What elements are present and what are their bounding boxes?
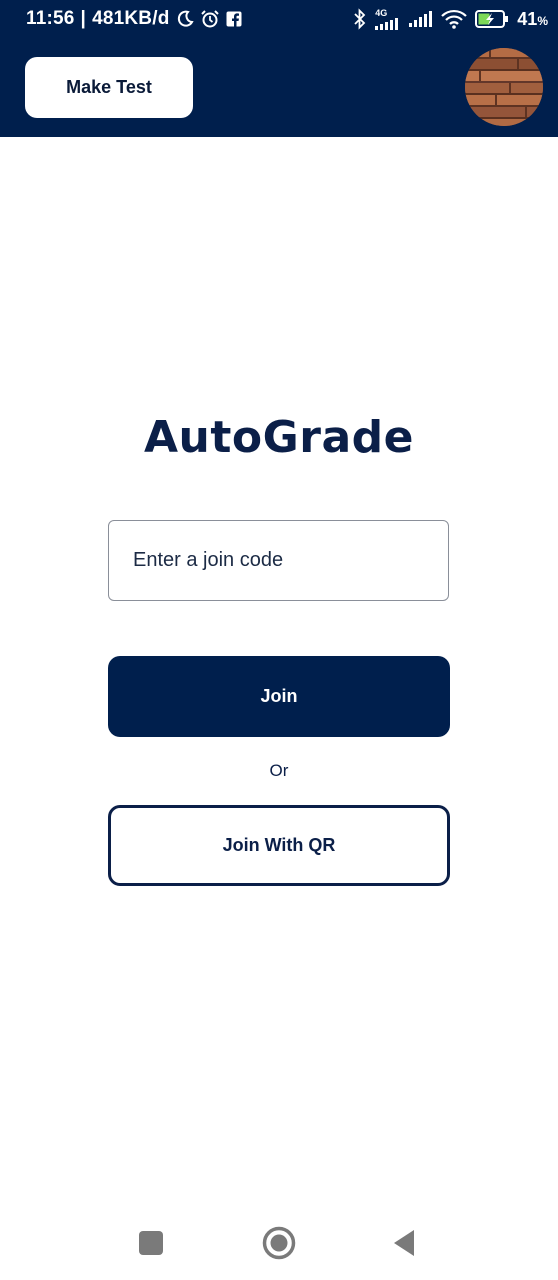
status-bar: 11:56 | 481KB/d 4G 41%	[0, 0, 558, 38]
join-code-input[interactable]	[108, 520, 449, 601]
signal-4g-icon: 4G	[375, 7, 401, 30]
signal-icon	[409, 11, 433, 27]
facebook-icon	[226, 11, 242, 27]
battery-percent: 41%	[517, 9, 548, 30]
alarm-icon	[200, 9, 220, 29]
back-icon[interactable]	[386, 1225, 422, 1261]
moon-icon	[176, 10, 194, 28]
wood-texture-avatar-image	[465, 48, 543, 126]
home-icon[interactable]	[261, 1225, 297, 1261]
status-time: 11:56	[26, 8, 75, 29]
network-type-label: 4G	[375, 7, 388, 18]
battery-charging-icon	[475, 10, 509, 28]
avatar[interactable]	[465, 48, 543, 126]
navigation-bar	[0, 1205, 558, 1280]
join-button[interactable]: Join	[108, 656, 450, 737]
or-divider-text: Or	[269, 761, 289, 780]
app-title: AutoGrade	[144, 412, 414, 463]
make-test-button[interactable]: Make Test	[25, 57, 193, 118]
app-bar: Make Test	[0, 38, 558, 137]
battery-percent-value: 41	[517, 8, 538, 29]
join-with-qr-button[interactable]: Join With QR	[108, 805, 450, 886]
status-separator: |	[80, 8, 87, 29]
battery-percent-symbol: %	[537, 13, 548, 28]
recent-apps-icon[interactable]	[133, 1225, 169, 1261]
status-right: 4G 41%	[353, 8, 548, 30]
status-left: 11:56 | 481KB/d	[26, 8, 242, 30]
screen: 11:56 | 481KB/d 4G 41% Make Test AutoGra…	[0, 0, 558, 1280]
wifi-icon	[441, 9, 468, 29]
status-network-speed: 481KB/d	[92, 8, 170, 29]
bluetooth-icon	[353, 8, 367, 30]
